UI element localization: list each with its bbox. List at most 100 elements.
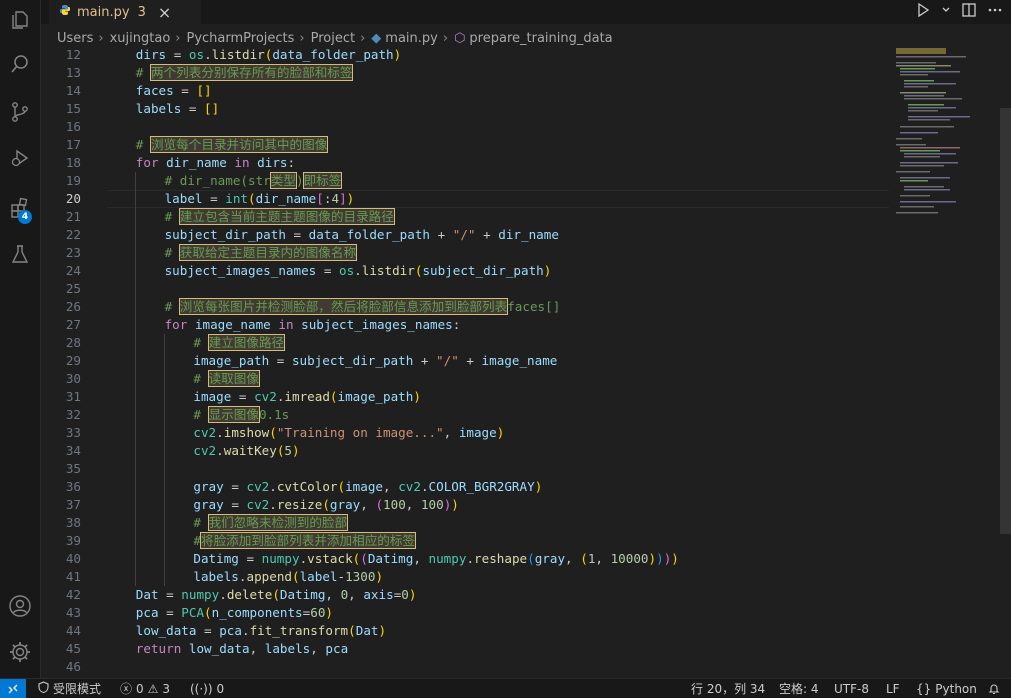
code-line[interactable]: 31 image = cv2.imread(image_path) xyxy=(41,388,889,406)
tab-close-icon[interactable]: × xyxy=(158,3,171,22)
extensions-icon[interactable]: 4 xyxy=(0,188,40,228)
code-text: # 显示图像0.1s xyxy=(193,406,289,424)
eol-status[interactable]: LF xyxy=(886,679,900,698)
code-line[interactable]: 36 gray = cv2.cvtColor(image, cv2.COLOR_B… xyxy=(41,478,889,496)
code-line[interactable]: 45 return low_data, labels, pca xyxy=(41,640,889,658)
indent-guide xyxy=(134,478,136,496)
code-line[interactable]: 15 labels = [] xyxy=(41,100,889,118)
problems-status[interactable]: ⓧ 0 ⚠ 3 xyxy=(120,679,170,698)
breadcrumb-item[interactable]: Users xyxy=(57,31,93,46)
code-token: # xyxy=(164,299,180,314)
code-line[interactable]: 28 # 建立图像路径 xyxy=(41,334,889,352)
code-token: 100 xyxy=(420,497,444,512)
code-line[interactable]: 33 cv2.imshow("Training on image...", ima… xyxy=(41,424,889,442)
code-line[interactable]: 43 pca = PCA(n_components=60) xyxy=(41,604,889,622)
code-token: = xyxy=(202,191,226,206)
testing-flask-icon[interactable] xyxy=(0,234,40,274)
code-line[interactable]: 23 # 获取给定主题目录内的图像名称 xyxy=(41,244,889,262)
code-token: COLOR_BGR2GRAY xyxy=(428,479,535,494)
code-token: , xyxy=(360,497,376,512)
code-token: 浏览每张图片并检测脸部，然后将脸部信息添加到脸部列表 xyxy=(178,298,509,315)
code-token: , xyxy=(325,587,341,602)
code-token: in xyxy=(278,317,294,332)
code-line[interactable]: 20 label = int(dir_name[:4]) xyxy=(41,190,889,208)
indent-guide xyxy=(163,406,165,424)
source-control-icon[interactable] xyxy=(0,92,40,132)
code-token: n_components xyxy=(211,605,303,620)
code-token: # xyxy=(135,137,151,152)
code-text: # dir_name(str类型)即标签 xyxy=(165,172,343,190)
code-line[interactable]: 12 dirs = os.listdir(data_folder_path) xyxy=(41,46,889,64)
code-line[interactable]: 30 # 读取图像 xyxy=(41,370,889,388)
settings-gear-icon[interactable] xyxy=(0,632,40,672)
chevron-down-icon[interactable] xyxy=(941,2,951,22)
encoding-status[interactable]: UTF-8 xyxy=(834,679,869,698)
code-text: # 浏览每张图片并检测脸部，然后将脸部信息添加到脸部列表faces[] xyxy=(164,298,560,316)
code-line[interactable]: 25 xyxy=(41,280,889,298)
code-token: cv2 xyxy=(254,389,277,404)
code-line[interactable]: 35 xyxy=(41,460,889,478)
minimap[interactable] xyxy=(890,46,998,678)
code-token: = xyxy=(158,605,182,620)
breadcrumb-item[interactable]: prepare_training_data xyxy=(469,31,612,46)
line-number: 31 xyxy=(65,389,81,404)
run-python-icon[interactable] xyxy=(915,2,931,22)
language-mode[interactable]: {} Python xyxy=(916,679,977,698)
code-line[interactable]: 38 # 我们忽略未检测到的脸部 xyxy=(41,514,889,532)
code-token: . xyxy=(216,425,224,440)
code-line[interactable]: 41 labels.append(label-1300) xyxy=(41,568,889,586)
code-token: 两个列表分别保存所有的脸部和标签 xyxy=(149,64,354,81)
code-line[interactable]: 19 # dir_name(str类型)即标签 xyxy=(41,172,889,190)
vertical-scrollbar[interactable] xyxy=(1000,108,1011,534)
line-number: 45 xyxy=(65,641,81,656)
code-line[interactable]: 37 gray = cv2.resize(gray, (100, 100)) xyxy=(41,496,889,514)
search-icon[interactable] xyxy=(0,44,40,84)
code-line[interactable]: 24 subject_images_names = os.listdir(subj… xyxy=(41,262,889,280)
code-token: # xyxy=(164,245,180,260)
more-actions-icon[interactable] xyxy=(987,2,1003,22)
code-line[interactable]: 27 for image_name in subject_images_names… xyxy=(41,316,889,334)
code-line[interactable]: 39 #将脸添加到脸部列表并添加相应的标签 xyxy=(41,532,889,550)
tab-main-py[interactable]: main.py 3 × xyxy=(49,0,201,24)
code-token: dirs xyxy=(257,155,288,170)
code-line[interactable]: 44 low_data = pca.fit_transform(Dat) xyxy=(41,622,889,640)
code-text: # 我们忽略未检测到的脸部 xyxy=(193,514,349,532)
restricted-mode-status[interactable]: 受限模式 xyxy=(38,679,101,698)
code-line[interactable]: 17 # 浏览每个目录并访问其中的图像 xyxy=(41,136,889,154)
code-line[interactable]: 42 Dat = numpy.delete(Datimg, 0, axis=0) xyxy=(41,586,889,604)
code-token: = xyxy=(158,587,182,602)
breadcrumb-item[interactable]: xujingtao xyxy=(110,31,171,46)
code-line[interactable]: 18 for dir_name in dirs: xyxy=(41,154,889,172)
notifications-bell-icon[interactable] xyxy=(988,679,1000,698)
code-line[interactable]: 46 xyxy=(41,658,889,676)
code-token: image xyxy=(345,479,384,494)
breadcrumb-item[interactable]: Project xyxy=(311,31,355,46)
code-text: Dat = numpy.delete(Datimg, 0, axis=0) xyxy=(136,586,417,604)
cursor-position[interactable]: 行 20，列 34 xyxy=(691,679,765,698)
code-line[interactable]: 21 # 建立包含当前主题主题图像的目录路径 xyxy=(41,208,889,226)
run-debug-icon[interactable] xyxy=(0,138,40,178)
breadcrumb-item[interactable]: main.py xyxy=(385,31,438,46)
code-line[interactable]: 34 cv2.waitKey(5) xyxy=(41,442,889,460)
code-line[interactable]: 13 # 两个列表分别保存所有的脸部和标签 xyxy=(41,64,889,82)
code-text: labels.append(label-1300) xyxy=(193,568,383,586)
code-line[interactable]: 14 faces = [] xyxy=(41,82,889,100)
explorer-icon[interactable] xyxy=(0,0,40,40)
split-editor-icon[interactable] xyxy=(961,2,977,22)
ports-status[interactable]: ((·)) 0 xyxy=(190,679,224,698)
code-token: , xyxy=(348,587,364,602)
remote-indicator-icon[interactable] xyxy=(0,679,26,698)
code-line[interactable]: 16 xyxy=(41,118,889,136)
code-line[interactable]: 26 # 浏览每张图片并检测脸部，然后将脸部信息添加到脸部列表faces[] xyxy=(41,298,889,316)
account-icon[interactable] xyxy=(0,586,40,626)
breadcrumb: Users › xujingtao › PycharmProjects › Pr… xyxy=(41,28,1011,48)
code-editor[interactable]: 12 dirs = os.listdir(data_folder_path) 13 #… xyxy=(41,46,889,678)
code-line[interactable]: 40 Datimg = numpy.vstack((Datimg, numpy.r… xyxy=(41,550,889,568)
code-token: ( xyxy=(348,623,356,638)
code-line[interactable]: 29 image_path = subject_dir_path + "/" + … xyxy=(41,352,889,370)
breadcrumb-item[interactable]: PycharmProjects xyxy=(186,31,294,46)
indentation-status[interactable]: 空格: 4 xyxy=(779,679,819,698)
code-line[interactable]: 22 subject_dir_path = data_folder_path + … xyxy=(41,226,889,244)
code-line[interactable]: 32 # 显示图像0.1s xyxy=(41,406,889,424)
